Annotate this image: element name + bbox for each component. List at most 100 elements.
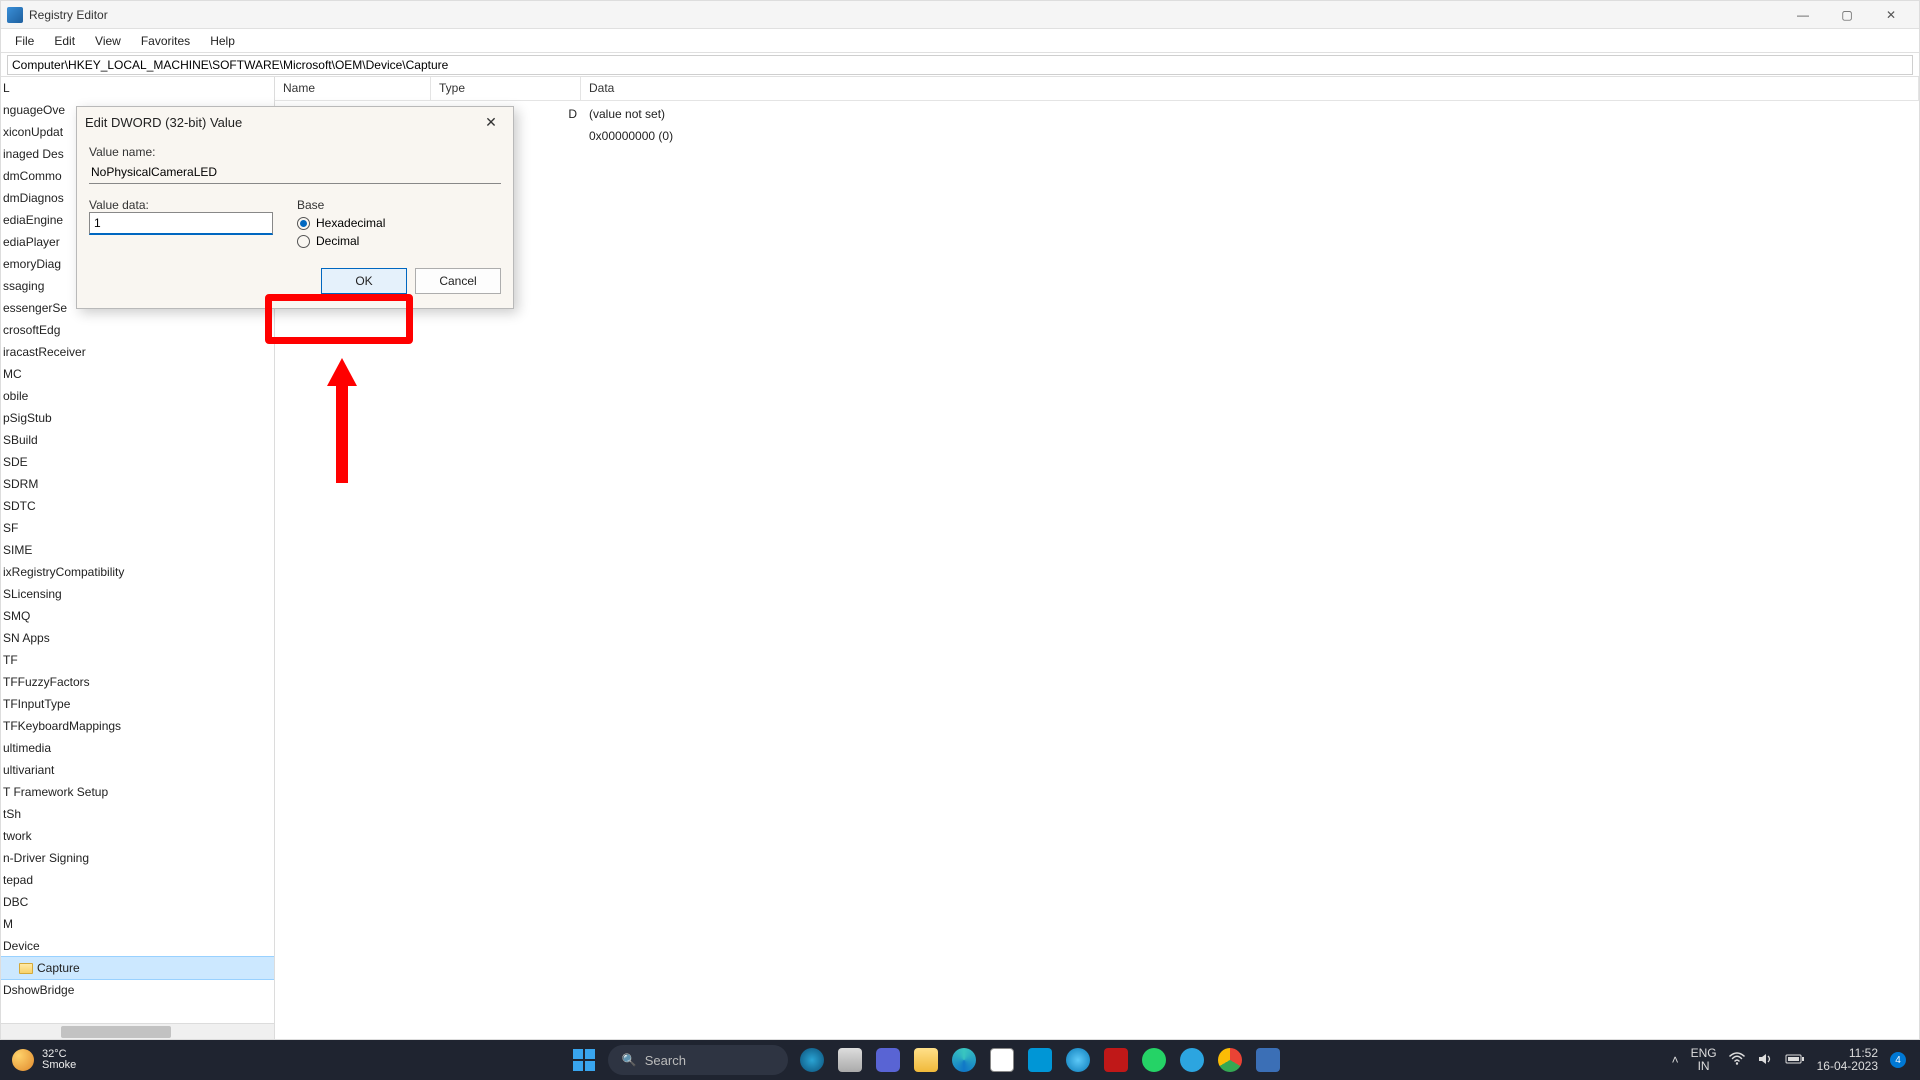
tree-item[interactable]: ultivariant	[1, 759, 274, 781]
list-pane: Name Type Data D (value not set) 0x00000…	[275, 77, 1919, 1039]
taskbar-chat-icon[interactable]	[874, 1046, 902, 1074]
radio-decimal[interactable]: Decimal	[297, 234, 501, 248]
column-type[interactable]: Type	[431, 77, 581, 100]
tree-item[interactable]: SDTC	[1, 495, 274, 517]
taskbar-edge-icon[interactable]	[950, 1046, 978, 1074]
tree-item[interactable]: DshowBridge	[1, 979, 274, 1001]
taskbar-store-icon[interactable]	[988, 1046, 1016, 1074]
tree-item[interactable]: TF	[1, 649, 274, 671]
battery-icon[interactable]	[1785, 1053, 1805, 1068]
horizontal-scrollbar[interactable]	[1, 1023, 274, 1039]
value-data-label: Value data:	[89, 198, 273, 212]
tree-item[interactable]: SDE	[1, 451, 274, 473]
cancel-button[interactable]: Cancel	[415, 268, 501, 294]
ok-button[interactable]: OK	[321, 268, 407, 294]
tree-item[interactable]: T Framework Setup	[1, 781, 274, 803]
tree-item[interactable]: twork	[1, 825, 274, 847]
tree-item[interactable]: iracastReceiver	[1, 341, 274, 363]
value-name-field[interactable]	[89, 161, 501, 184]
taskbar-mcafee-icon[interactable]	[1102, 1046, 1130, 1074]
taskbar-copilot-icon[interactable]	[798, 1046, 826, 1074]
tree-item[interactable]: SN Apps	[1, 627, 274, 649]
notification-badge[interactable]: 4	[1890, 1052, 1906, 1068]
tree-item-label: T Framework Setup	[3, 785, 108, 799]
close-button[interactable]: ✕	[1869, 1, 1913, 29]
column-data[interactable]: Data	[581, 77, 1919, 100]
tree-item-label: obile	[3, 389, 28, 403]
wifi-icon[interactable]	[1729, 1052, 1745, 1069]
tree-item[interactable]: SBuild	[1, 429, 274, 451]
dialog-titlebar[interactable]: Edit DWORD (32-bit) Value ✕	[77, 107, 513, 137]
list-row[interactable]: 0x00000000 (0)	[275, 125, 1919, 147]
taskbar-taskview-icon[interactable]	[836, 1046, 864, 1074]
tree-item-label: TFKeyboardMappings	[3, 719, 121, 733]
tree-item-label: dmDiagnos	[3, 191, 64, 205]
tree-item-label: Device	[3, 939, 40, 953]
tree-item[interactable]: tepad	[1, 869, 274, 891]
edit-dword-dialog[interactable]: Edit DWORD (32-bit) Value ✕ Value name: …	[76, 106, 514, 309]
list-row[interactable]: D (value not set)	[275, 103, 1919, 125]
tree-item[interactable]: tSh	[1, 803, 274, 825]
tree-item-label: tSh	[3, 807, 21, 821]
language-indicator[interactable]: ENG IN	[1691, 1047, 1717, 1073]
taskbar-help-icon[interactable]	[1064, 1046, 1092, 1074]
tree-item[interactable]: L	[1, 77, 274, 99]
dialog-close-button[interactable]: ✕	[477, 111, 505, 133]
taskbar-whatsapp-icon[interactable]	[1140, 1046, 1168, 1074]
address-input[interactable]	[7, 55, 1913, 75]
tree-item[interactable]: obile	[1, 385, 274, 407]
tree-item[interactable]: SDRM	[1, 473, 274, 495]
tree-item[interactable]: ixRegistryCompatibility	[1, 561, 274, 583]
menu-favorites[interactable]: Favorites	[131, 31, 200, 51]
taskbar-explorer-icon[interactable]	[912, 1046, 940, 1074]
menu-view[interactable]: View	[85, 31, 131, 51]
radio-hexadecimal[interactable]: Hexadecimal	[297, 216, 501, 230]
taskbar-chrome-icon[interactable]	[1216, 1046, 1244, 1074]
tree-item[interactable]: TFKeyboardMappings	[1, 715, 274, 737]
tree-item-label: SBuild	[3, 433, 38, 447]
tree-item[interactable]: SMQ	[1, 605, 274, 627]
minimize-button[interactable]: —	[1781, 1, 1825, 29]
tree-item[interactable]: crosoftEdg	[1, 319, 274, 341]
weather-icon	[12, 1049, 34, 1071]
maximize-button[interactable]: ▢	[1825, 1, 1869, 29]
tree-item[interactable]: DBC	[1, 891, 274, 913]
tree-item[interactable]: Capture	[1, 957, 274, 979]
volume-icon[interactable]	[1757, 1052, 1773, 1069]
tree-item[interactable]: M	[1, 913, 274, 935]
base-label: Base	[297, 198, 501, 212]
tree-item-label: TFFuzzyFactors	[3, 675, 90, 689]
tree-item[interactable]: MC	[1, 363, 274, 385]
search-placeholder: Search	[645, 1053, 686, 1068]
tree-item[interactable]: SF	[1, 517, 274, 539]
taskbar-weather[interactable]: 32°C Smoke	[0, 1049, 180, 1071]
taskbar[interactable]: 32°C Smoke 🔍 Search ˄	[0, 1040, 1920, 1080]
list-body[interactable]: D (value not set) 0x00000000 (0)	[275, 101, 1919, 1039]
value-data-field[interactable]	[89, 212, 273, 235]
taskbar-hp-icon[interactable]	[1026, 1046, 1054, 1074]
tree-item[interactable]: ultimedia	[1, 737, 274, 759]
dialog-body: Value name: Value data: Base Hexadecimal…	[77, 137, 513, 308]
taskbar-search[interactable]: 🔍 Search	[608, 1045, 788, 1075]
tray-chevron-icon[interactable]: ˄	[1672, 1053, 1679, 1067]
taskbar-center: 🔍 Search	[180, 1045, 1672, 1075]
tree-item[interactable]: SIME	[1, 539, 274, 561]
tree-item[interactable]: TFFuzzyFactors	[1, 671, 274, 693]
taskbar-telegram-icon[interactable]	[1178, 1046, 1206, 1074]
clock[interactable]: 11:52 16-04-2023	[1817, 1047, 1878, 1073]
menu-edit[interactable]: Edit	[44, 31, 85, 51]
tree-item[interactable]: TFInputType	[1, 693, 274, 715]
start-button[interactable]	[570, 1046, 598, 1074]
taskbar-app-icon[interactable]	[1254, 1046, 1282, 1074]
tree-item-label: crosoftEdg	[3, 323, 60, 337]
titlebar[interactable]: Registry Editor — ▢ ✕	[1, 1, 1919, 29]
tree-item-label: SLicensing	[3, 587, 62, 601]
scrollbar-thumb[interactable]	[61, 1026, 171, 1038]
tree-item[interactable]: SLicensing	[1, 583, 274, 605]
column-name[interactable]: Name	[275, 77, 431, 100]
menu-help[interactable]: Help	[200, 31, 245, 51]
tree-item[interactable]: n-Driver Signing	[1, 847, 274, 869]
tree-item[interactable]: Device	[1, 935, 274, 957]
tree-item[interactable]: pSigStub	[1, 407, 274, 429]
menu-file[interactable]: File	[5, 31, 44, 51]
